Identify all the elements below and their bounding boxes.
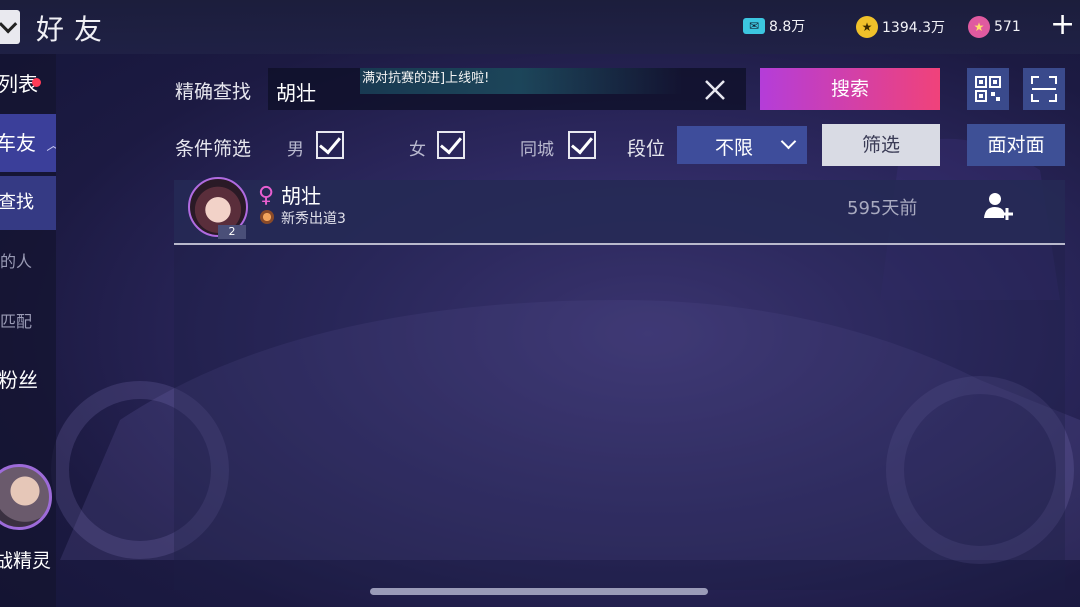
currency-ticket: ✉ 8.8万 <box>743 16 805 36</box>
qr-code-button[interactable] <box>967 68 1009 110</box>
female-checkbox[interactable] <box>437 131 465 159</box>
search-input[interactable]: 胡壮 满对抗赛的进]上线啦! <box>268 68 746 110</box>
currency-star: ★ 571 <box>968 16 1021 38</box>
face-to-face-button[interactable]: 面对面 <box>967 124 1065 166</box>
announcement-toast: 满对抗赛的进]上线啦! <box>360 68 682 94</box>
currency-ticket-value: 8.8万 <box>769 19 806 35</box>
results-panel: 2 ♀ 胡壮 新秀出道3 595天前 <box>174 177 1065 590</box>
search-input-value: 胡壮 <box>276 81 316 105</box>
search-button[interactable]: 搜索 <box>760 68 940 110</box>
list-item[interactable]: 2 ♀ 胡壮 新秀出道3 595天前 <box>174 177 1065 245</box>
scan-button[interactable] <box>1023 68 1065 110</box>
rank-select-value: 不限 <box>715 137 754 159</box>
sidebar-item-match[interactable]: 匹配 <box>0 308 56 332</box>
same-city-checkbox[interactable] <box>568 131 596 159</box>
sidebar-item-label: 的人 <box>0 252 33 271</box>
sidebar-item-label: 匹配 <box>0 312 33 331</box>
rank-select[interactable]: 不限 <box>677 126 807 164</box>
scrollbar[interactable] <box>370 588 708 595</box>
ticket-icon: ✉ <box>743 18 765 34</box>
scan-icon <box>1031 76 1057 102</box>
sidebar-item-label: 车友 <box>0 131 36 155</box>
currency-gold-value: 1394.3万 <box>882 20 945 36</box>
male-label: 男 <box>287 140 304 160</box>
close-icon[interactable] <box>702 77 728 103</box>
add-currency-button[interactable]: + <box>1050 10 1075 40</box>
female-label: 女 <box>409 140 426 160</box>
sidebar-item-nearby[interactable]: 的人 <box>0 248 56 272</box>
star-coin-icon: ★ <box>968 16 990 38</box>
chevron-up-icon: ︿ <box>46 138 56 154</box>
top-bar: 好友 ✉ 8.8万 ★ 1394.3万 ★ 571 + <box>0 0 1080 54</box>
male-checkbox[interactable] <box>316 131 344 159</box>
filter-button[interactable]: 筛选 <box>822 124 940 166</box>
rank-label: 段位 <box>627 138 666 160</box>
back-button[interactable] <box>0 10 20 44</box>
rank-text: 新秀出道3 <box>281 211 346 227</box>
sprite-label: 战精灵 <box>0 550 52 572</box>
sidebar-item-search[interactable]: 查找 <box>0 176 56 230</box>
sidebar-item-label: 查找 <box>0 192 34 213</box>
currency-star-value: 571 <box>994 19 1021 35</box>
gold-coin-icon: ★ <box>856 16 878 38</box>
rank-icon <box>260 210 274 224</box>
filter-label: 条件筛选 <box>175 138 252 160</box>
last-online: 595天前 <box>847 198 918 219</box>
page-title: 好友 <box>36 13 113 46</box>
sidebar-item-label: 粉丝 <box>0 368 38 392</box>
notification-dot <box>32 78 41 87</box>
exact-search-label: 精确查找 <box>175 81 252 103</box>
chevron-down-icon <box>780 133 797 150</box>
sidebar-item-carfriends[interactable]: 车友 ︿ <box>0 114 56 172</box>
same-city-label: 同城 <box>520 140 554 160</box>
user-name: 胡壮 <box>281 184 321 208</box>
sidebar-item-fans[interactable]: 粉丝 <box>0 364 54 393</box>
female-icon: ♀ <box>258 183 275 208</box>
sidebar-item-list[interactable]: 列表 <box>0 68 54 97</box>
qr-code-icon <box>975 76 1001 102</box>
currency-gold: ★ 1394.3万 <box>856 16 945 38</box>
add-friend-icon[interactable] <box>982 190 1014 222</box>
level-badge: 2 <box>218 225 246 239</box>
